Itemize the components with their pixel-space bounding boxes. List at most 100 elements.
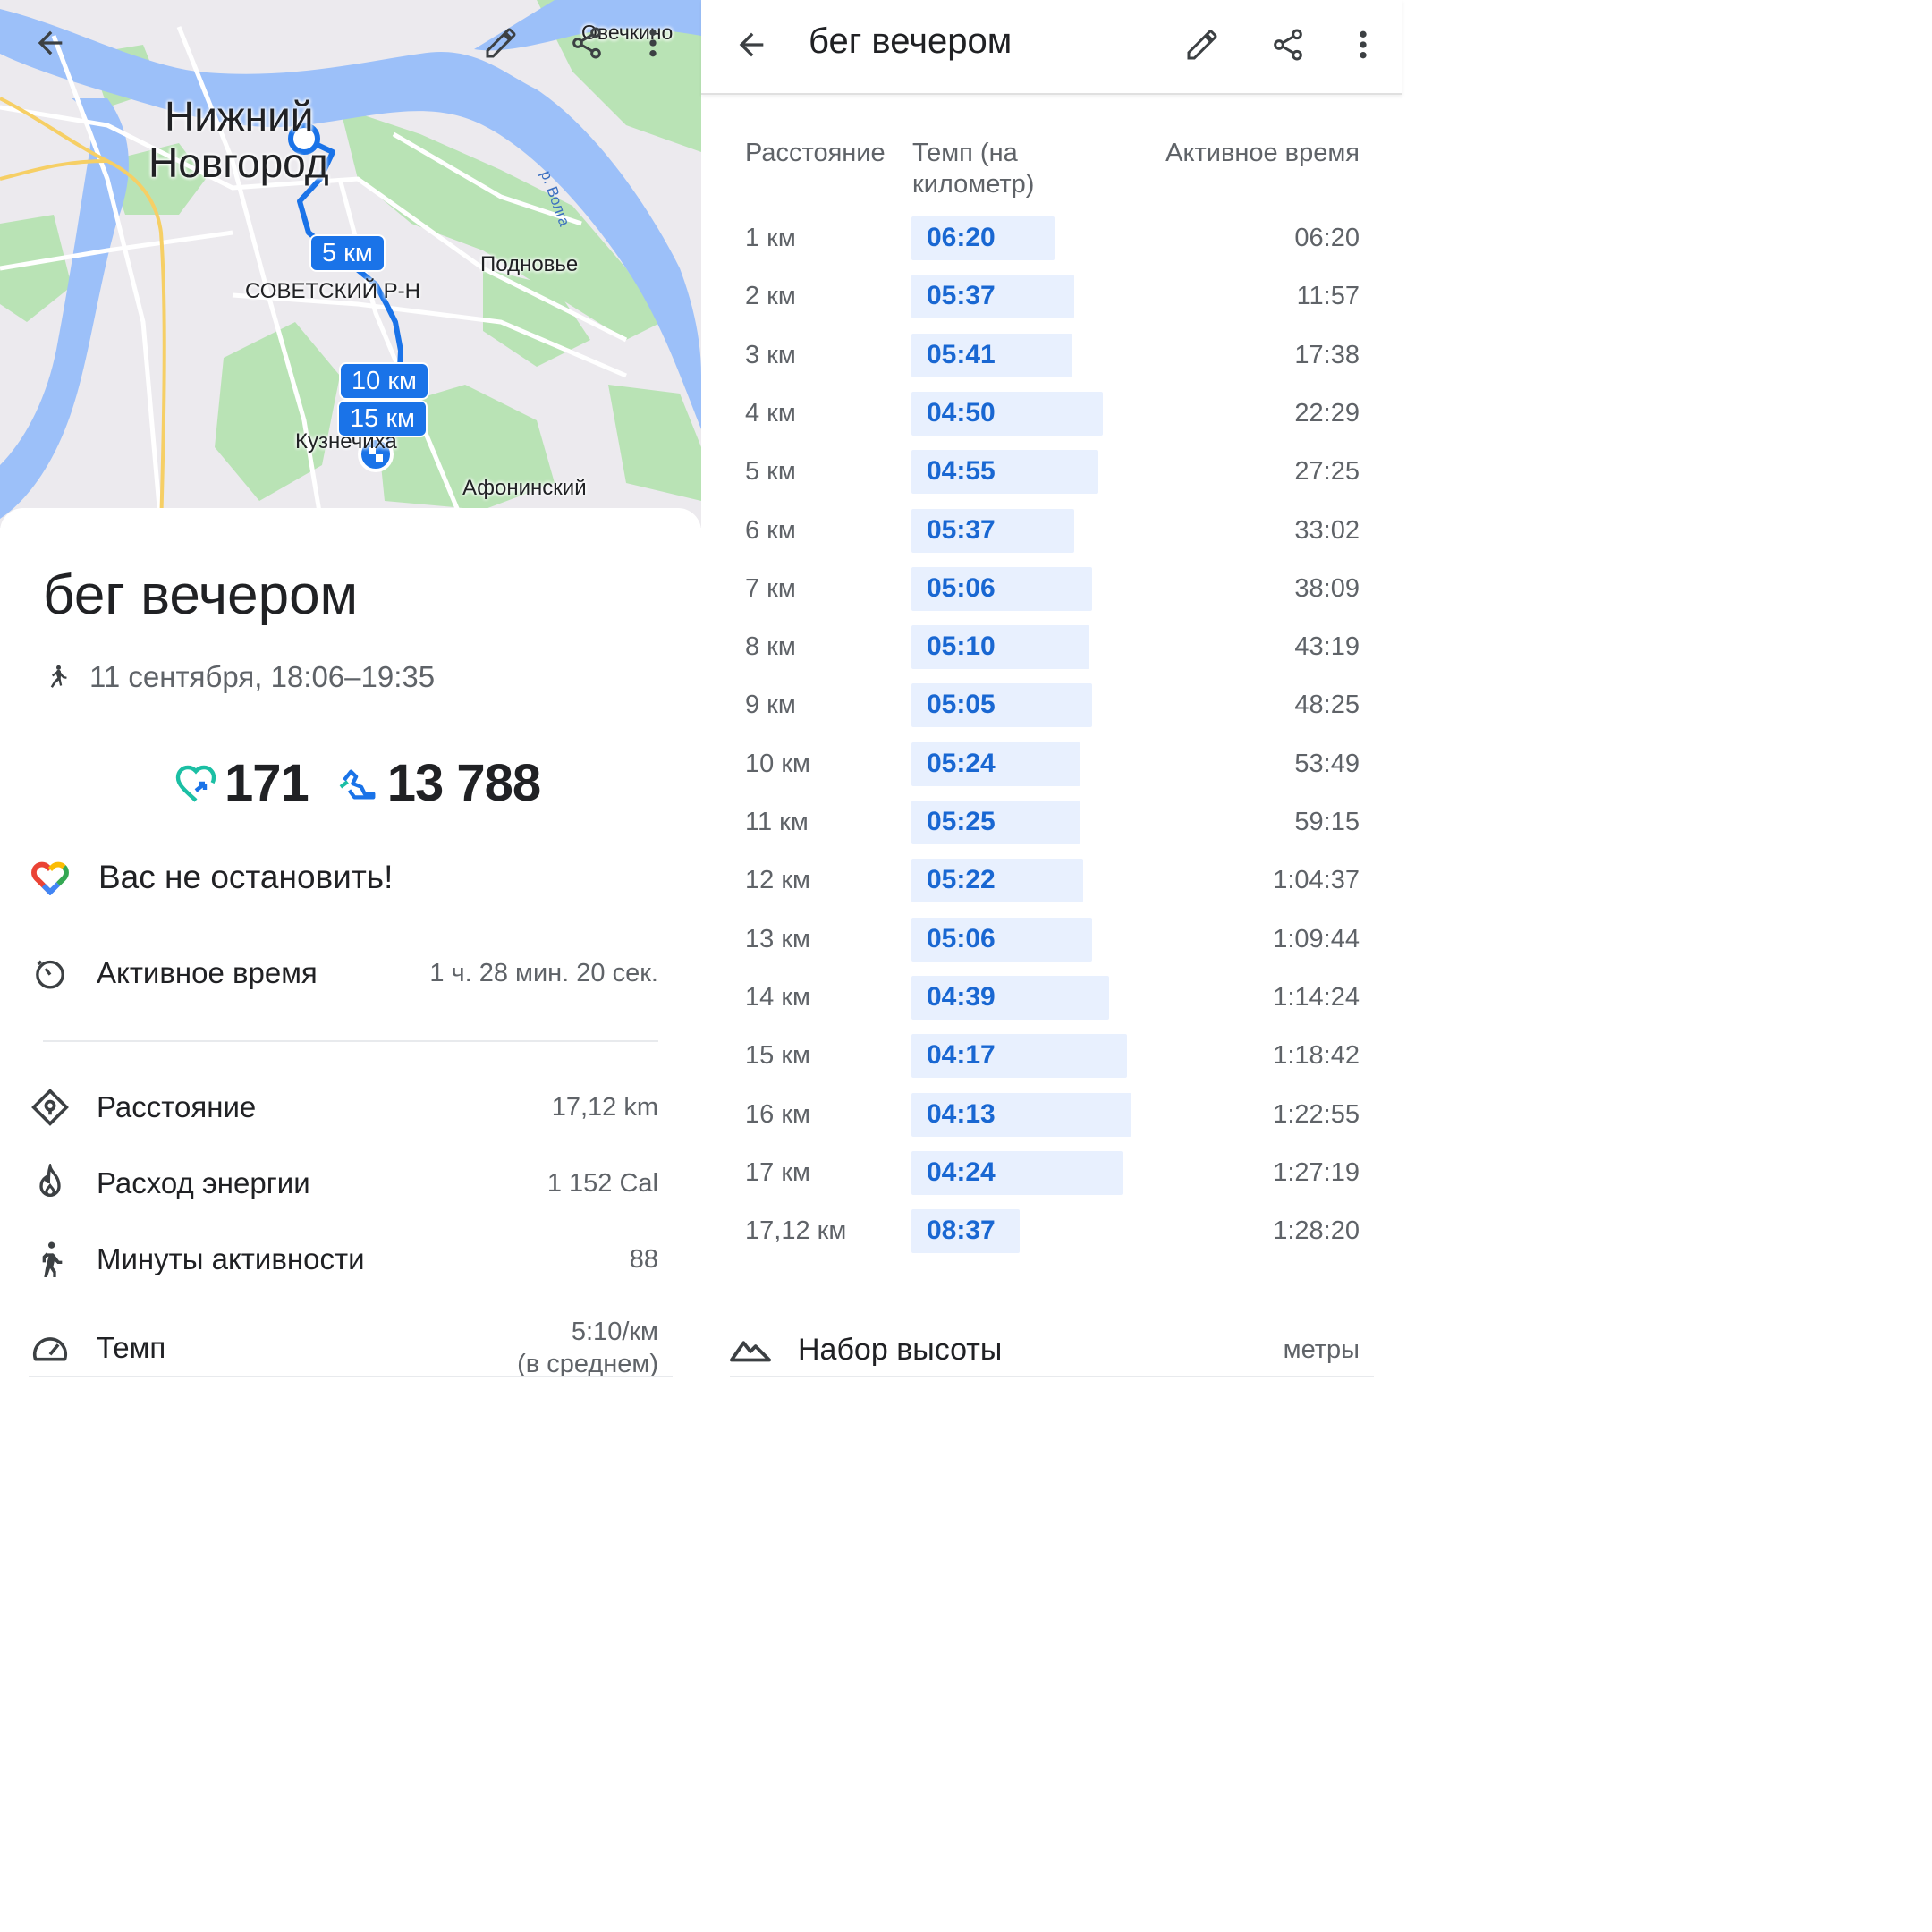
split-active-time: 1:28:20 [1273, 1216, 1360, 1246]
back-button[interactable] [23, 16, 77, 70]
split-pace: 05:06 [927, 572, 996, 603]
pencil-icon [486, 28, 516, 58]
split-row: 8 км 05:10 43:19 [701, 625, 1402, 670]
share-button[interactable] [560, 16, 614, 70]
split-active-time: 1:09:44 [1273, 924, 1360, 953]
back-button[interactable] [724, 20, 778, 70]
split-row: 15 км 04:17 1:18:42 [701, 1034, 1402, 1079]
split-pace: 05:05 [927, 690, 996, 720]
active-time-label: Активное время [97, 956, 318, 989]
share-icon [1274, 29, 1302, 61]
split-row: 5 км 04:55 27:25 [701, 450, 1402, 495]
split-distance: 7 км [745, 573, 796, 603]
steps-icon [339, 768, 376, 799]
elevation-unit: метры [1283, 1335, 1360, 1364]
split-distance: 1 км [745, 224, 796, 252]
metric-active-minutes: Минуты активности 88 [29, 1233, 658, 1286]
motivation-text: Вас не остановить! [98, 859, 394, 895]
split-active-time: 1:04:37 [1273, 866, 1360, 895]
split-active-time: 53:49 [1294, 749, 1360, 778]
split-row: 14 км 04:39 1:14:24 [701, 975, 1402, 1020]
split-active-time: 11:57 [1296, 282, 1360, 311]
edit-button[interactable] [474, 16, 528, 70]
split-distance: 12 км [745, 866, 810, 895]
map-label-city: Нижний Новгород [148, 93, 329, 186]
pace-label: Темп [97, 1331, 166, 1364]
energy-value: 1 152 Cal [547, 1168, 658, 1198]
metric-active-time: Активное время 1 ч. 28 мин. 20 сек. [29, 946, 658, 1000]
map-label-podnovye: Подновье [480, 252, 579, 276]
split-active-time: 48:25 [1294, 691, 1360, 720]
elevation-label: Набор высоты [798, 1332, 1003, 1367]
col-header-pace-line2: километр) [912, 170, 1035, 199]
split-distance: 3 км [745, 340, 796, 369]
km-marker-5[interactable]: 5 км [309, 234, 386, 272]
flame-icon [29, 1162, 72, 1205]
split-pace: 04:24 [927, 1157, 996, 1187]
split-row: 17,12 км 08:37 1:28:20 [701, 1209, 1402, 1254]
km-marker-10[interactable]: 10 км [339, 362, 429, 400]
elevation-gain-row[interactable]: Набор высоты метры [730, 1327, 1360, 1372]
split-pace: 06:20 [927, 223, 996, 252]
energy-label: Расход энергии [97, 1166, 310, 1199]
split-active-time: 59:15 [1294, 808, 1360, 836]
arrow-back-icon [38, 30, 63, 55]
split-pace: 04:13 [927, 1098, 996, 1129]
split-distance: 9 км [745, 691, 796, 720]
col-header-pace-line1: Темп (на [912, 139, 1018, 167]
split-active-time: 1:27:19 [1273, 1157, 1360, 1187]
edit-button[interactable] [1175, 20, 1229, 70]
google-fit-heart-icon [31, 861, 69, 895]
more-options-button[interactable] [1345, 20, 1381, 70]
col-header-distance: Расстояние [745, 139, 886, 167]
split-distance: 8 км [745, 632, 796, 662]
split-distance: 4 км [745, 398, 796, 428]
page-title: бег вечером [809, 21, 1013, 61]
split-active-time: 27:25 [1294, 457, 1360, 487]
split-row: 17 км 04:24 1:27:19 [701, 1150, 1402, 1195]
divider [29, 1376, 673, 1377]
split-pace: 05:41 [927, 339, 996, 369]
split-row: 4 км 04:50 22:29 [701, 391, 1402, 436]
walking-icon [29, 1238, 72, 1281]
col-header-pace: Темп (на километр) [912, 138, 1034, 200]
split-active-time: 22:29 [1294, 398, 1360, 428]
split-distance: 5 км [745, 457, 796, 487]
split-distance: 13 км [745, 924, 810, 953]
more-options-button[interactable] [635, 16, 671, 70]
split-row: 11 км 05:25 59:15 [701, 801, 1402, 844]
split-row: 9 км 05:05 48:25 [701, 683, 1402, 728]
pace-value-line1: 5:10/км [571, 1318, 658, 1346]
heart-points-icon [175, 765, 216, 802]
split-row: 1 км 06:20 06:20 [701, 216, 1402, 260]
split-pace: 05:25 [927, 807, 996, 836]
activity-date-time: 11 сентября, 18:06–19:35 [89, 660, 436, 693]
split-distance: 17,12 км [745, 1216, 847, 1246]
activity-summary-panel: Нижний Новгород СОВЕТСКИЙ Р-Н Подновье О… [0, 0, 701, 1402]
split-active-time: 06:20 [1294, 224, 1360, 252]
share-icon [572, 27, 601, 59]
running-icon [50, 665, 67, 688]
active-time-value: 1 ч. 28 мин. 20 сек. [429, 958, 658, 987]
split-pace: 04:17 [927, 1040, 996, 1071]
distance-label: Расстояние [97, 1090, 257, 1123]
map-label-district: СОВЕТСКИЙ Р-Н [245, 279, 420, 303]
split-pace: 04:55 [927, 456, 996, 487]
split-distance: 16 км [745, 1099, 810, 1129]
km-marker-15[interactable]: 15 км [337, 400, 428, 437]
split-row: 10 км 05:24 53:49 [701, 741, 1402, 786]
active-minutes-value: 88 [629, 1244, 658, 1274]
split-active-time: 17:38 [1294, 340, 1360, 369]
share-button[interactable] [1261, 20, 1315, 70]
split-active-time: 1:18:42 [1273, 1041, 1360, 1071]
arrow-back-icon [739, 32, 764, 57]
pencil-icon [1187, 30, 1217, 60]
split-pace: 05:24 [927, 748, 996, 778]
timer-icon [29, 952, 72, 995]
col-header-active-time: Активное время [1165, 139, 1360, 167]
mountain-icon [730, 1341, 771, 1362]
goal-stats: 171 13 788 [174, 753, 541, 813]
activity-date-row: 11 сентября, 18:06–19:35 [43, 659, 435, 695]
route-map[interactable]: Нижний Новгород СОВЕТСКИЙ Р-Н Подновье О… [0, 0, 701, 529]
divider [730, 1376, 1374, 1377]
